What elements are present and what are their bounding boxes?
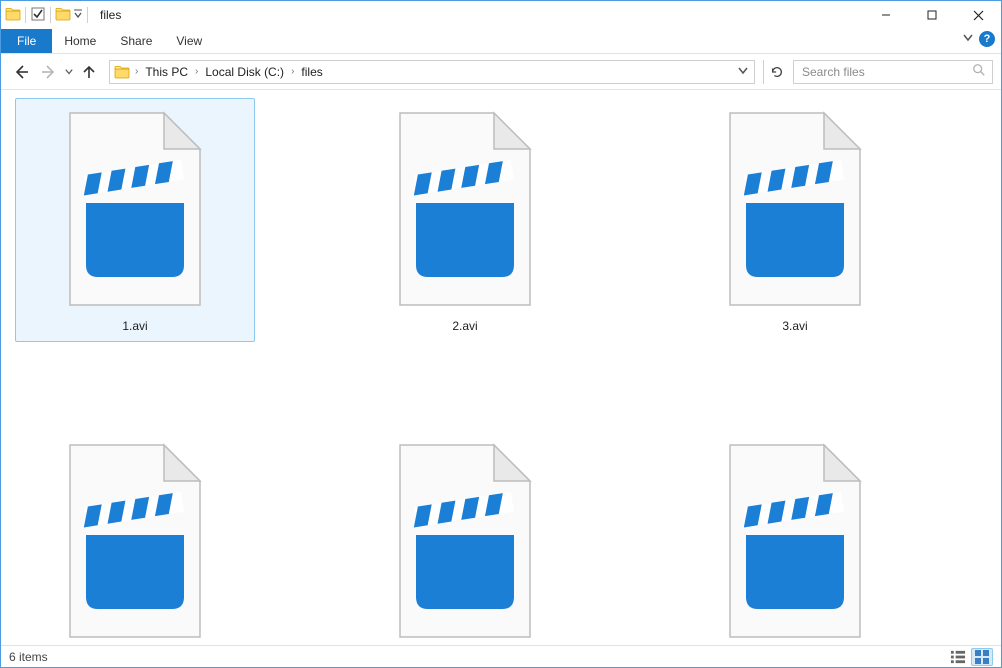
- video-file-icon: [390, 109, 540, 309]
- status-bar: 6 items: [1, 645, 1001, 667]
- ribbon: File Home Share View ?: [1, 29, 1001, 54]
- status-item-count: 6 items: [9, 650, 48, 664]
- file-item[interactable]: 6.avi: [675, 430, 915, 645]
- file-item[interactable]: 4.avi: [15, 430, 255, 645]
- file-name: 2.avi: [452, 319, 477, 333]
- maximize-button[interactable]: [909, 1, 955, 29]
- address-bar[interactable]: › This PC › Local Disk (C:) › files: [109, 60, 755, 84]
- window-title: files: [100, 8, 121, 22]
- file-list[interactable]: 1.avi 2.avi 3.avi 4.avi 5.avi 6.avi: [1, 90, 1001, 645]
- properties-checkbox-icon[interactable]: [30, 6, 46, 25]
- help-icon[interactable]: ?: [979, 31, 995, 47]
- recent-locations-dropdown[interactable]: [65, 67, 73, 77]
- minimize-button[interactable]: [863, 1, 909, 29]
- file-item[interactable]: 3.avi: [675, 98, 915, 342]
- folder-icon: [55, 6, 71, 25]
- navigation-bar: › This PC › Local Disk (C:) › files: [1, 54, 1001, 90]
- ribbon-right: ?: [963, 31, 995, 47]
- chevron-right-icon[interactable]: ›: [288, 66, 297, 77]
- qat-dropdown-icon[interactable]: [73, 8, 83, 22]
- ribbon-tab-file[interactable]: File: [1, 29, 52, 53]
- quick-access-toolbar: files: [1, 1, 121, 29]
- separator: [25, 7, 26, 23]
- search-icon[interactable]: [972, 63, 986, 80]
- search-input[interactable]: [800, 64, 972, 80]
- refresh-button[interactable]: [763, 60, 789, 84]
- separator: [50, 7, 51, 23]
- titlebar: files: [1, 1, 1001, 29]
- breadcrumb-this-pc[interactable]: This PC: [141, 61, 192, 83]
- ribbon-tab-share[interactable]: Share: [108, 30, 164, 53]
- explorer-window: files File Home Share View ? › This PC ›…: [0, 0, 1002, 668]
- file-item[interactable]: 5.avi: [345, 430, 585, 645]
- search-box[interactable]: [793, 60, 993, 84]
- file-name: 1.avi: [122, 319, 147, 333]
- breadcrumb-folder[interactable]: files: [297, 61, 326, 83]
- back-button[interactable]: [9, 60, 33, 84]
- large-icons-view-button[interactable]: [971, 648, 993, 666]
- video-file-icon: [60, 109, 210, 309]
- window-controls: [863, 1, 1001, 29]
- ribbon-tab-home[interactable]: Home: [52, 30, 108, 53]
- chevron-right-icon[interactable]: ›: [132, 66, 141, 77]
- separator: [87, 7, 88, 23]
- video-file-icon: [720, 441, 870, 641]
- icon-grid: 1.avi 2.avi 3.avi 4.avi 5.avi 6.avi: [15, 98, 989, 645]
- file-item[interactable]: 2.avi: [345, 98, 585, 342]
- file-name: 3.avi: [782, 319, 807, 333]
- ribbon-expand-icon[interactable]: [963, 32, 973, 46]
- video-file-icon: [390, 441, 540, 641]
- forward-button[interactable]: [37, 60, 61, 84]
- video-file-icon: [60, 441, 210, 641]
- ribbon-tab-view[interactable]: View: [164, 30, 214, 53]
- folder-icon: [5, 6, 21, 25]
- video-file-icon: [720, 109, 870, 309]
- folder-icon: [112, 64, 132, 80]
- address-dropdown-icon[interactable]: [738, 65, 748, 79]
- breadcrumb-drive[interactable]: Local Disk (C:): [201, 61, 288, 83]
- file-item[interactable]: 1.avi: [15, 98, 255, 342]
- chevron-right-icon[interactable]: ›: [192, 66, 201, 77]
- details-view-button[interactable]: [947, 648, 969, 666]
- up-button[interactable]: [77, 60, 101, 84]
- close-button[interactable]: [955, 1, 1001, 29]
